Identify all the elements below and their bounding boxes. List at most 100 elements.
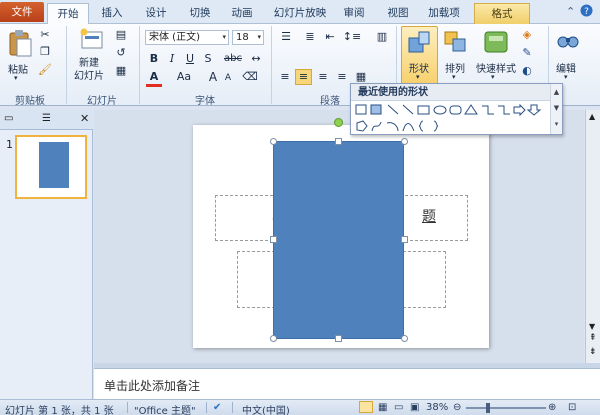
shape-fill-icon[interactable]: ◈ xyxy=(520,28,534,42)
rectangle-shape-icon[interactable] xyxy=(417,105,430,115)
scroll-up-icon[interactable]: ▲ xyxy=(551,84,562,100)
textbox-shape-icon[interactable] xyxy=(355,104,367,115)
outline-tab-icon[interactable]: ☰ xyxy=(42,113,51,124)
char-spacing-icon[interactable]: ↔ xyxy=(248,52,264,66)
resize-handle-br[interactable] xyxy=(401,335,408,342)
numbering-icon[interactable]: ≣ xyxy=(302,30,318,44)
scroll-down-icon[interactable]: ▼ xyxy=(551,100,562,116)
oval-shape-icon[interactable] xyxy=(433,105,447,115)
freeform-shape-icon[interactable] xyxy=(356,120,368,132)
zoom-in-icon[interactable]: ⊕ xyxy=(548,402,556,413)
resize-handle-tl[interactable] xyxy=(270,138,277,145)
shape-effects-icon[interactable]: ◐ xyxy=(520,64,534,78)
align-center-icon[interactable]: ≡ xyxy=(295,69,312,85)
reset-icon[interactable]: ↺ xyxy=(112,46,130,60)
justify-icon[interactable]: ≡ xyxy=(335,70,349,84)
font-color-button[interactable]: A xyxy=(146,70,162,87)
spellcheck-icon[interactable]: ✔ xyxy=(213,402,221,413)
reading-view-icon[interactable]: ▭ xyxy=(394,402,403,413)
line-shape-icon[interactable] xyxy=(387,104,399,115)
gallery-scrollbar[interactable]: ▲ ▼ ▾ xyxy=(550,84,562,134)
section-icon[interactable]: ▦ xyxy=(112,64,130,78)
shrink-font-icon[interactable]: A xyxy=(222,71,234,85)
slideshow-view-icon[interactable]: ▣ xyxy=(410,402,419,413)
resize-handle-right[interactable] xyxy=(401,236,408,243)
next-slide-icon[interactable]: ⇟ xyxy=(589,348,597,357)
curve-shape-icon[interactable] xyxy=(402,123,415,132)
grow-font-icon[interactable]: A xyxy=(206,70,220,84)
resize-handle-top[interactable] xyxy=(335,138,342,145)
slides-tab-icon[interactable]: ▭ xyxy=(4,113,13,124)
right-arrow-shape-icon[interactable] xyxy=(513,103,526,117)
tab-review[interactable]: 审阅 xyxy=(336,3,372,24)
paste-icon[interactable] xyxy=(6,28,34,58)
notes-pane[interactable]: 单击此处添加备注 xyxy=(94,368,600,399)
right-brace-shape-icon[interactable] xyxy=(433,120,439,132)
tab-file[interactable]: 文件 xyxy=(0,2,44,22)
tab-design[interactable]: 设计 xyxy=(138,3,174,24)
ribbon-minimize-icon[interactable]: ⌃ xyxy=(566,5,575,18)
resize-handle-bottom[interactable] xyxy=(335,335,342,342)
resize-handle-left[interactable] xyxy=(270,236,277,243)
tab-slideshow[interactable]: 幻灯片放映 xyxy=(268,3,332,24)
tab-animations[interactable]: 动画 xyxy=(224,3,260,24)
paste-dropdown-icon[interactable]: ▾ xyxy=(14,74,18,82)
fit-to-window-icon[interactable]: ⊡ xyxy=(568,402,576,413)
down-arrow-shape-icon[interactable] xyxy=(526,104,542,116)
italic-button[interactable]: I xyxy=(166,52,178,66)
quick-styles-icon[interactable] xyxy=(482,29,510,55)
tab-insert[interactable]: 插入 xyxy=(94,3,130,24)
change-case-button[interactable]: Aa xyxy=(174,70,194,84)
align-right-icon[interactable]: ≡ xyxy=(316,70,330,84)
cut-icon[interactable]: ✂ xyxy=(38,28,52,42)
bold-button[interactable]: B xyxy=(148,52,160,66)
find-icon[interactable] xyxy=(556,29,580,53)
slide-sorter-icon[interactable]: ▦ xyxy=(378,402,387,413)
align-left-icon[interactable]: ≡ xyxy=(278,70,292,84)
zoom-slider-track[interactable] xyxy=(466,407,546,409)
tab-format[interactable]: 格式 xyxy=(474,3,530,24)
distribute-icon[interactable]: ▦ xyxy=(354,70,368,84)
shadow-button[interactable]: S xyxy=(202,52,214,66)
selected-rectangle-shape[interactable] xyxy=(273,141,404,339)
new-slide-label-2[interactable]: 幻灯片 xyxy=(74,67,104,82)
triangle-shape-icon[interactable] xyxy=(464,104,478,115)
quick-styles-label[interactable]: 快速样式 xyxy=(476,60,516,75)
arc-shape-icon[interactable] xyxy=(386,122,399,132)
scroll-up-icon[interactable]: ▲ xyxy=(589,112,595,121)
line-spacing-icon[interactable]: ↕≡ xyxy=(342,30,362,44)
previous-slide-icon[interactable]: ⇞ xyxy=(589,334,597,343)
paste-label[interactable]: 粘贴 xyxy=(8,61,28,76)
arrange-icon[interactable] xyxy=(443,29,469,55)
underline-button[interactable]: U xyxy=(184,52,196,66)
decrease-indent-icon[interactable]: ⇤ xyxy=(323,30,337,44)
tab-home[interactable]: 开始 xyxy=(47,3,89,24)
zoom-level[interactable]: 38% xyxy=(426,402,448,413)
elbow-arrow-shape-icon[interactable] xyxy=(498,105,510,115)
slide-thumbnail[interactable] xyxy=(15,135,87,199)
arrow-line-shape-icon[interactable] xyxy=(402,104,414,115)
shape-outline-icon[interactable]: ✎ xyxy=(520,46,534,60)
normal-view-icon[interactable] xyxy=(359,401,373,413)
rounded-rect-shape-icon[interactable] xyxy=(449,105,462,115)
tab-addins[interactable]: 加载项 xyxy=(420,3,468,24)
font-name-select[interactable]: 宋体 (正文) ▾ xyxy=(145,30,229,45)
rotation-handle[interactable] xyxy=(334,118,343,127)
copy-icon[interactable]: ❐ xyxy=(38,45,52,59)
bullets-icon[interactable]: ☰ xyxy=(278,30,294,44)
tab-transitions[interactable]: 切换 xyxy=(182,3,218,24)
clear-format-icon[interactable]: ⌫ xyxy=(242,70,258,84)
resize-handle-bl[interactable] xyxy=(270,335,277,342)
elbow-connector-shape-icon[interactable] xyxy=(482,105,494,115)
scribble-shape-icon[interactable] xyxy=(371,121,382,132)
language[interactable]: 中文(中国) xyxy=(242,402,290,415)
font-size-select[interactable]: 18 ▾ xyxy=(232,30,264,45)
left-brace-shape-icon[interactable] xyxy=(418,120,424,132)
vertical-scrollbar[interactable]: ▲ ▼ ⇞ ⇟ xyxy=(585,110,600,363)
resize-handle-tr[interactable] xyxy=(401,138,408,145)
gallery-expand-icon[interactable]: ▾ xyxy=(551,116,562,132)
zoom-out-icon[interactable]: ⊖ xyxy=(453,402,461,413)
new-slide-icon[interactable] xyxy=(80,27,104,51)
zoom-slider-thumb[interactable] xyxy=(486,403,490,413)
recent-shapes-grid[interactable] xyxy=(354,103,550,135)
